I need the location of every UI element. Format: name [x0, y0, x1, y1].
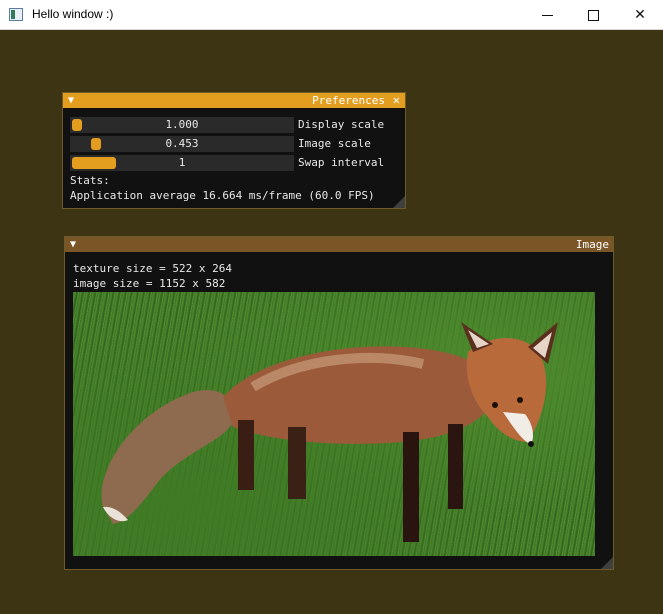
- display-scale-slider[interactable]: 1.000 Display scale: [70, 117, 384, 133]
- minimize-icon: [542, 15, 553, 16]
- close-icon: ✕: [634, 7, 646, 23]
- slider-label: Image scale: [298, 137, 371, 150]
- maximize-button[interactable]: [571, 0, 617, 30]
- image-window-title: Image: [575, 238, 609, 251]
- texture-size-text: texture size = 522 x 264: [73, 262, 232, 275]
- resize-grip-icon[interactable]: [601, 557, 613, 569]
- collapse-arrow-icon[interactable]: ▼: [68, 93, 74, 108]
- slider-value: 0.453: [165, 137, 199, 150]
- swap-interval-slider[interactable]: 1 Swap interval: [70, 155, 384, 171]
- fox-photo: [73, 292, 595, 556]
- preferences-window[interactable]: ▼ Preferences ✕ 1.000 Display scale 0.45…: [62, 92, 406, 209]
- slider-label: Swap interval: [298, 156, 385, 169]
- slider-label: Display scale: [298, 118, 385, 131]
- image-size-text: image size = 1152 x 582: [73, 277, 226, 290]
- resize-grip-icon[interactable]: [393, 196, 405, 208]
- image-scale-slider[interactable]: 0.453 Image scale: [70, 136, 371, 152]
- fox-illustration: [101, 322, 558, 542]
- image-titlebar[interactable]: ▼ Image: [65, 237, 613, 252]
- preferences-title: Preferences: [312, 94, 385, 107]
- image-window[interactable]: ▼ Image texture size = 522 x 264 image s…: [64, 236, 614, 570]
- slider-value: 1.000: [165, 118, 199, 131]
- app-icon: [9, 8, 23, 21]
- stats-label: Stats:: [70, 174, 110, 187]
- close-button[interactable]: ✕: [617, 0, 663, 30]
- close-icon[interactable]: ✕: [393, 93, 400, 108]
- window-title: Hello window :): [32, 7, 114, 21]
- stats-text: Application average 16.664 ms/frame (60.…: [70, 189, 375, 202]
- slider-value: 1: [178, 156, 186, 169]
- collapse-arrow-icon[interactable]: ▼: [70, 237, 76, 252]
- maximize-icon: [588, 10, 599, 21]
- os-titlebar[interactable]: Hello window :) ✕: [0, 0, 663, 30]
- preferences-titlebar[interactable]: ▼ Preferences ✕: [63, 93, 405, 108]
- minimize-button[interactable]: [525, 0, 571, 30]
